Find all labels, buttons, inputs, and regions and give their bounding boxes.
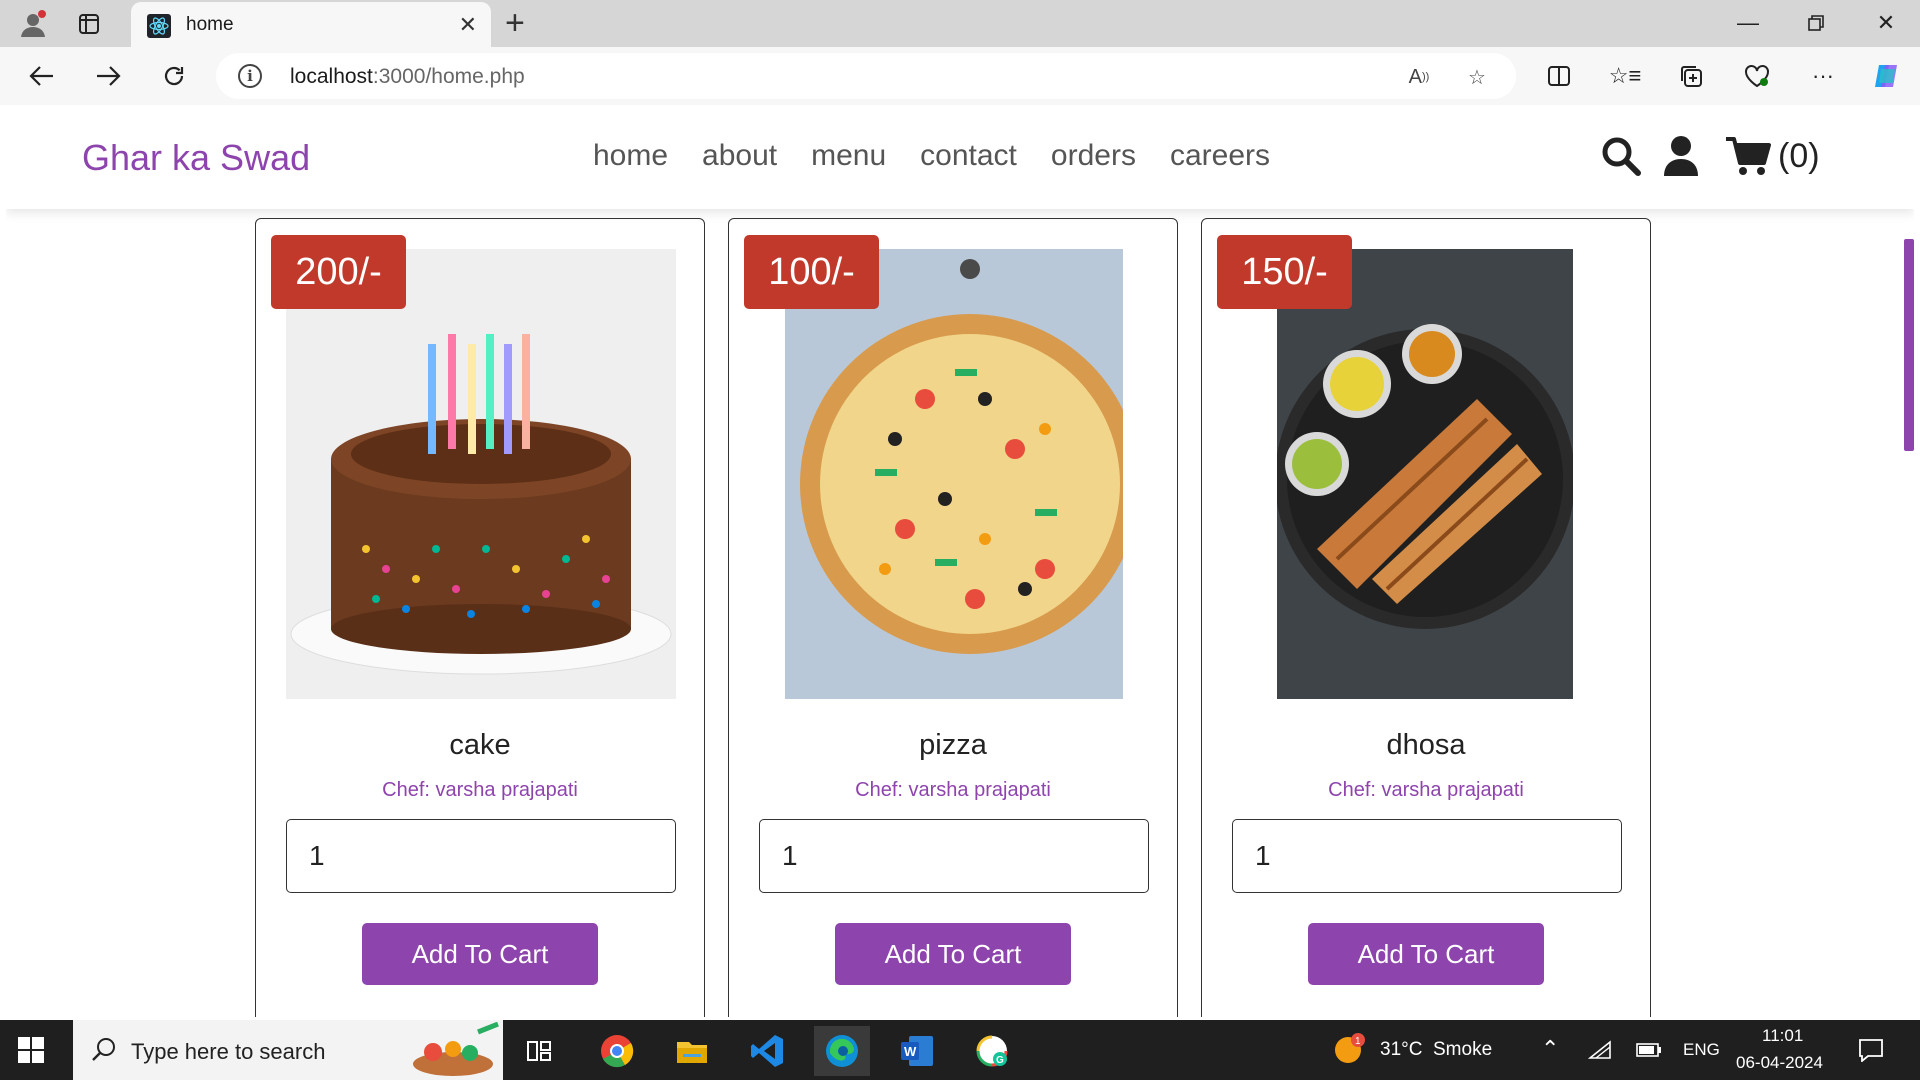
tab-title: home [186,14,234,35]
address-bar[interactable]: i localhost:3000/home.php A)) ☆ [216,53,1516,99]
chrome-icon[interactable] [589,1026,645,1076]
restore-icon[interactable] [1786,4,1846,42]
add-to-cart-button[interactable]: Add To Cart [1308,923,1544,985]
cart-count[interactable]: (0) [1778,137,1820,176]
product-card: 200/- cake Chef: varsha prajapati Add To… [255,218,705,1017]
chef-name: Chef: varsha prajapati [855,779,1051,801]
nav-home[interactable]: home [593,139,668,173]
add-to-cart-button[interactable]: Add To Cart [362,923,598,985]
browser-essentials-icon[interactable] [1741,60,1773,92]
forward-icon[interactable] [88,56,128,96]
copilot-icon[interactable] [1870,60,1902,92]
notifications-icon[interactable] [1858,1038,1884,1067]
product-name: cake [449,729,511,761]
site-logo[interactable]: Ghar ka Swad [82,137,310,179]
nav-menu[interactable]: menu [811,139,886,173]
network-icon[interactable] [1587,1040,1612,1065]
price-badge: 150/- [1217,235,1352,309]
edge-icon[interactable] [814,1026,870,1076]
more-options-icon[interactable]: ··· [1807,60,1839,92]
file-explorer-icon[interactable] [664,1026,720,1076]
search-icon[interactable] [1600,135,1642,182]
search-highlight-illustration-icon [398,1022,503,1078]
profile-icon[interactable] [16,8,50,40]
nav-contact[interactable]: contact [920,139,1017,173]
svg-text:W: W [904,1044,917,1059]
quantity-input[interactable] [1232,819,1622,893]
url-text[interactable]: localhost:3000/home.php [290,65,525,89]
browser-toolbar: i localhost:3000/home.php A)) ☆ ☆≡ ··· [0,47,1920,105]
search-icon [92,1038,115,1061]
quantity-input[interactable] [286,819,676,893]
refresh-icon[interactable] [154,56,194,96]
site-info-icon[interactable]: i [238,64,262,88]
product-card: 100/- pizza Chef: varsha prajapati Add T… [728,218,1178,1017]
show-hidden-icons[interactable]: ⌃ [1541,1036,1559,1062]
page-viewport: Ghar ka Swad home about menu contact ord… [6,105,1914,1017]
add-to-cart-button[interactable]: Add To Cart [835,923,1071,985]
chef-name: Chef: varsha prajapati [382,779,578,801]
windows-start-icon[interactable] [18,1037,44,1063]
new-tab-icon[interactable]: + [505,6,525,40]
collections-icon[interactable] [1675,60,1707,92]
product-name: dhosa [1386,729,1466,761]
product-name: pizza [919,729,987,761]
react-favicon-icon [147,14,171,38]
clock-time[interactable]: 11:01 [1762,1026,1803,1046]
nav-orders[interactable]: orders [1051,139,1136,173]
weather-text[interactable]: 31°C Smoke [1380,1039,1492,1061]
browser-tab-home[interactable]: home ✕ [131,2,491,47]
favorite-star-icon[interactable]: ☆ [1464,64,1490,90]
browser-titlebar: home ✕ + — ✕ [0,0,1920,47]
word-icon[interactable]: W [889,1026,945,1076]
task-view-icon[interactable] [512,1026,568,1076]
quantity-input[interactable] [759,819,1149,893]
read-aloud-icon[interactable]: A)) [1406,64,1432,90]
vscode-icon[interactable] [739,1026,795,1076]
close-window-icon[interactable]: ✕ [1856,4,1916,42]
clock-date[interactable]: 06-04-2024 [1736,1053,1823,1073]
price-badge: 200/- [271,235,406,309]
scrollbar-thumb[interactable] [1904,239,1914,451]
svg-text:1: 1 [1355,1036,1361,1047]
user-icon[interactable] [1662,135,1700,182]
nav-careers[interactable]: careers [1170,139,1270,173]
cart-icon[interactable] [1724,135,1772,182]
split-screen-icon[interactable] [1543,60,1575,92]
chef-name: Chef: varsha prajapati [1328,779,1524,801]
pizza-image [785,249,1123,699]
nav-about[interactable]: about [702,139,777,173]
weather-icon[interactable]: 1 [1328,1032,1366,1071]
back-icon[interactable] [22,56,62,96]
minimize-icon[interactable]: — [1718,4,1778,42]
language-indicator[interactable]: ENG [1683,1040,1720,1060]
price-badge: 100/- [744,235,879,309]
windows-taskbar: Type here to search W G 1 31°C Smoke ⌃ E… [0,1020,1920,1080]
battery-icon[interactable] [1636,1043,1662,1062]
cake-image [286,249,676,699]
taskbar-search[interactable]: Type here to search [73,1020,503,1080]
main-nav: home about menu contact orders careers [593,139,1270,173]
grammarly-icon[interactable]: G [964,1026,1020,1076]
dhosa-image [1277,249,1573,699]
tab-actions-icon[interactable] [72,8,106,40]
svg-text:G: G [996,1055,1004,1066]
favorites-icon[interactable]: ☆≡ [1609,60,1642,92]
taskbar-search-placeholder: Type here to search [131,1039,326,1064]
product-card: 150/- dhosa Chef: varsha prajapati Add T… [1201,218,1651,1017]
tab-close-icon[interactable]: ✕ [459,12,477,38]
site-header: Ghar ka Swad home about menu contact ord… [6,105,1914,209]
